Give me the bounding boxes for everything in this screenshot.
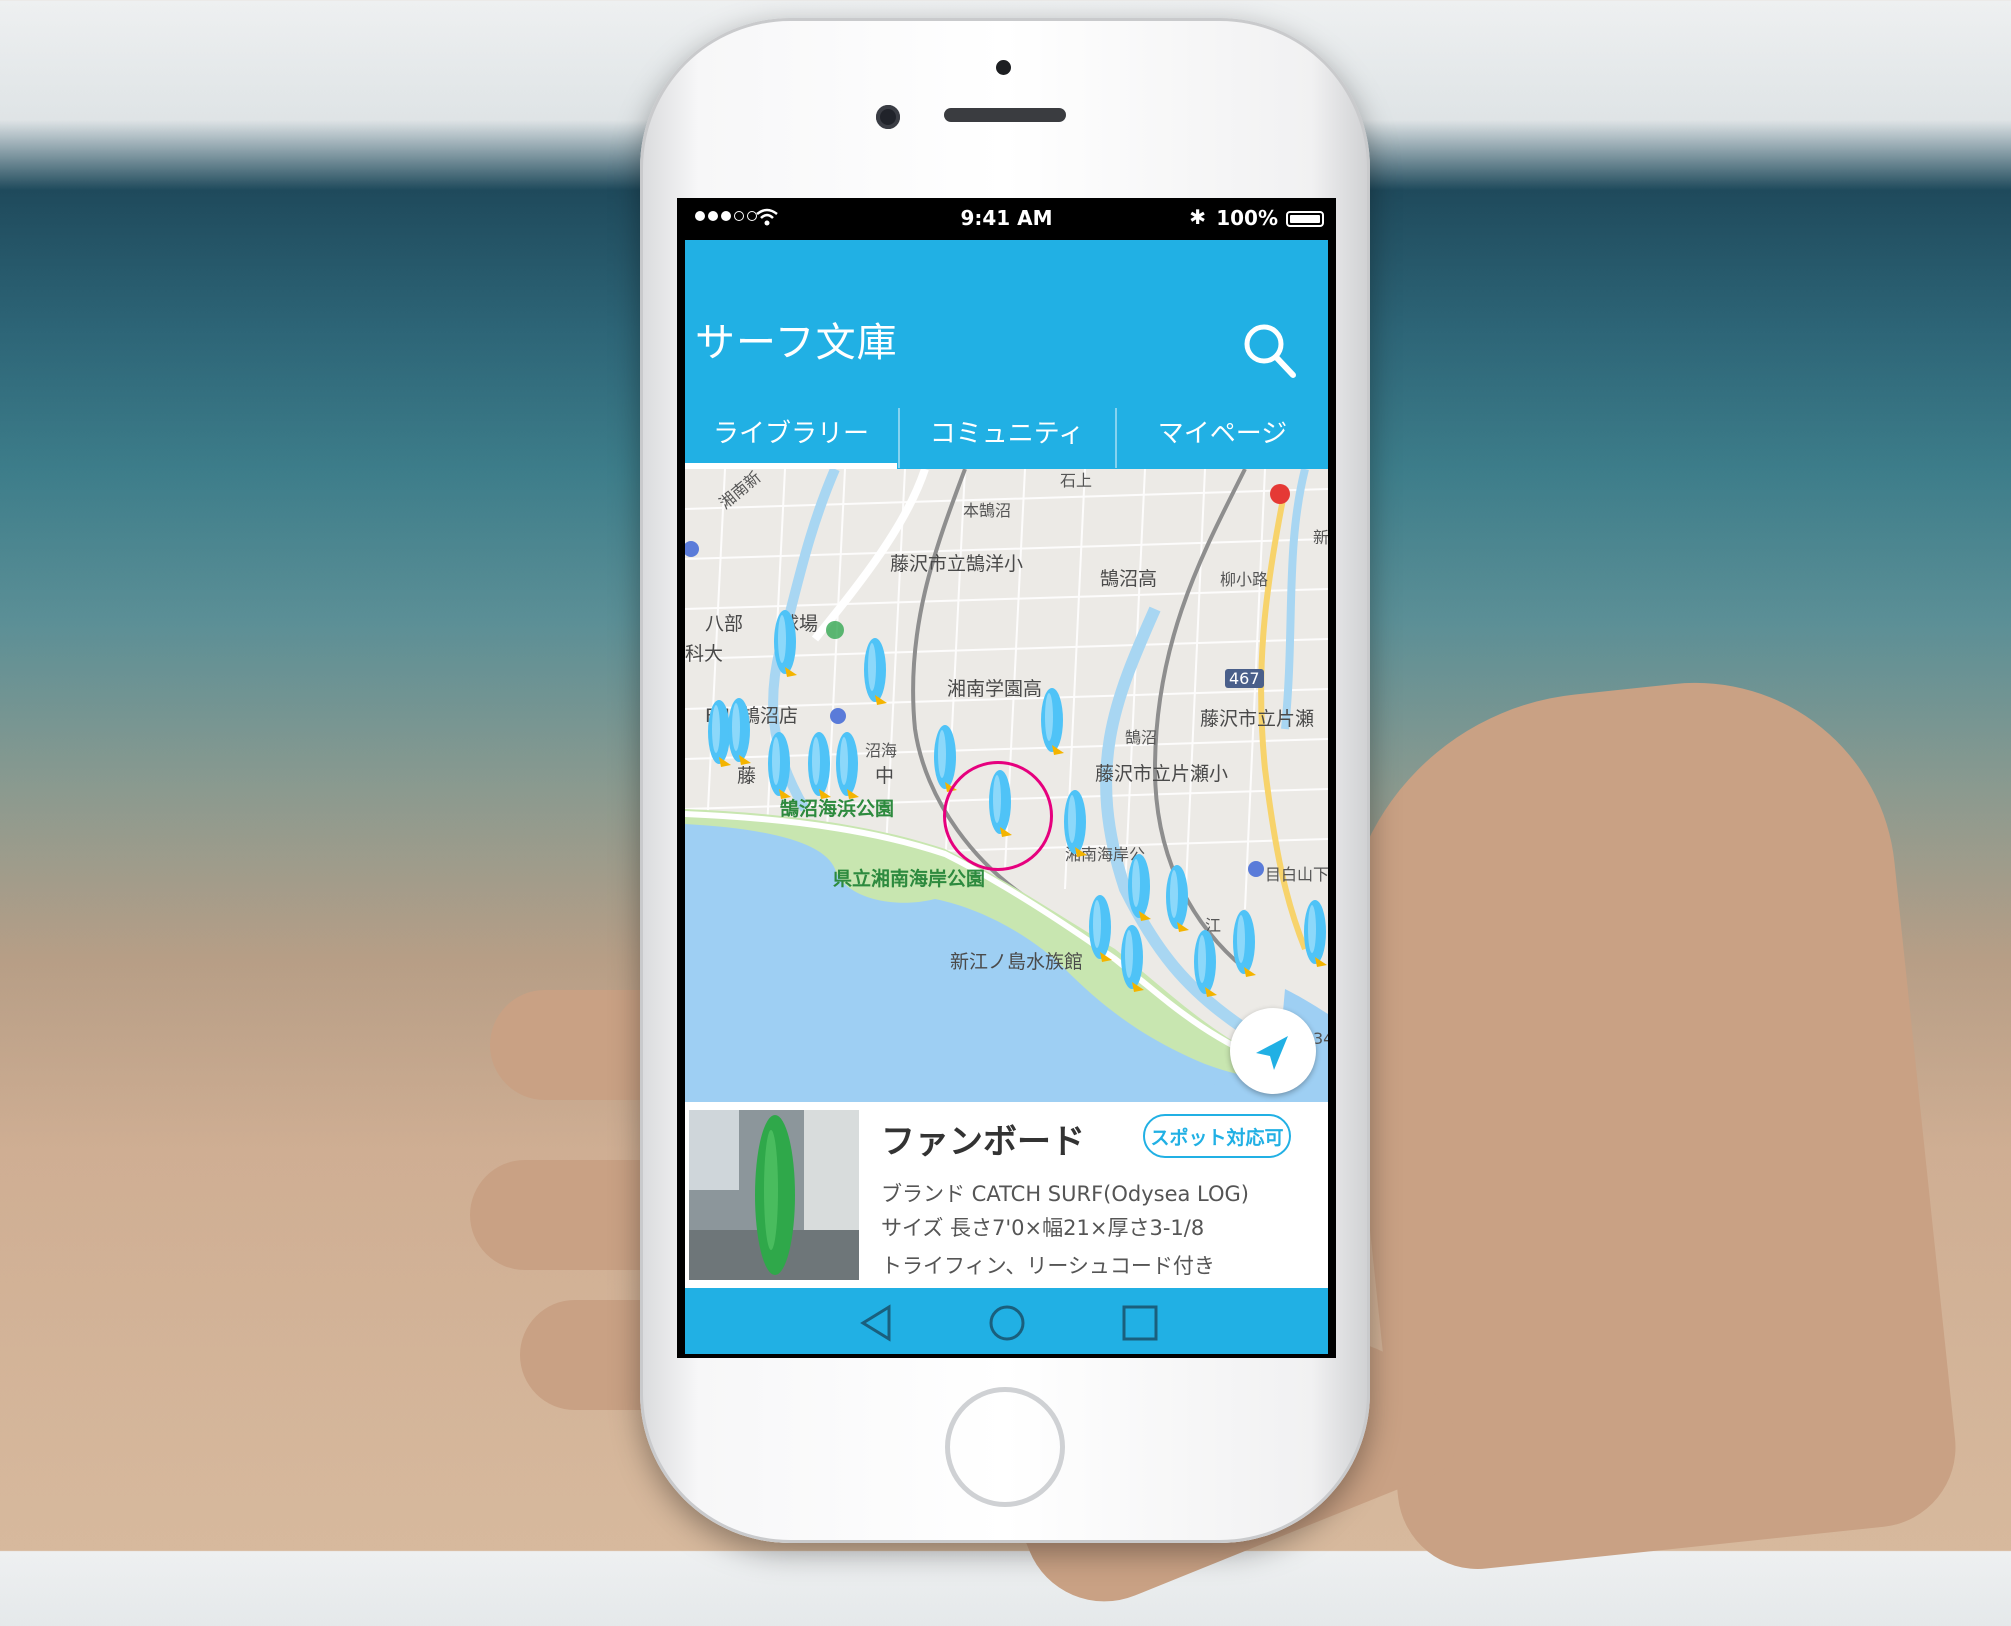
board-brand: ブランド CATCH SURF(Odysea LOG)	[881, 1182, 1250, 1206]
map-view[interactable]: 湘南新 石上 本鵠沼 藤沢市立鵠洋小 鵠沼高 柳小路 八部 球場 科大 467 …	[685, 469, 1328, 1102]
app-title: サーフ文庫	[695, 320, 898, 366]
phone-screen: 9:41 AM ✱ 100% サーフ文庫 ライブラリー コミュニティ マイページ	[677, 198, 1336, 1358]
map-label: 柳小路	[1220, 570, 1269, 589]
map-label: 鵠沼	[1125, 728, 1158, 747]
map-label: 鵠沼高	[1100, 568, 1158, 590]
surfboard-pin-icon[interactable]	[1232, 909, 1258, 979]
surfboard-pin-icon[interactable]	[727, 697, 753, 767]
navigation-arrow-icon	[1256, 1036, 1288, 1070]
surfboard-pin-icon[interactable]	[1088, 894, 1114, 964]
bluetooth-icon: ✱	[1189, 205, 1206, 229]
map-label: 本鵠沼	[963, 501, 1012, 520]
surfboard-pin-icon[interactable]	[773, 609, 799, 679]
surfboard-pin-icon[interactable]	[835, 731, 861, 801]
board-name: ファンボード	[881, 1122, 1085, 1162]
surfboard-pin-icon[interactable]	[807, 731, 833, 801]
board-photo	[689, 1110, 859, 1280]
status-bar: 9:41 AM ✱ 100%	[677, 198, 1336, 240]
system-nav-bar	[685, 1288, 1328, 1354]
triangle-back-icon[interactable]	[859, 1304, 893, 1342]
surfboard-pin-icon[interactable]	[1165, 864, 1191, 934]
spot-available-badge: スポット対応可	[1143, 1114, 1291, 1158]
board-size: サイズ 長さ7'0×幅21×厚さ3-1/8	[881, 1216, 1205, 1240]
board-info-card[interactable]: ファンボード スポット対応可 ブランド CATCH SURF(Odysea LO…	[685, 1102, 1328, 1288]
surfboard-pin-icon[interactable]	[863, 637, 889, 707]
board-notes: トライフィン、リーシュコード付き	[881, 1254, 1215, 1278]
map-label: 目白山下	[1265, 865, 1328, 884]
map-label: 藤沢市立鵠洋小	[890, 553, 1024, 575]
tab-mypage[interactable]: マイページ	[1117, 400, 1328, 469]
circle-home-icon[interactable]	[988, 1304, 1026, 1342]
front-camera	[876, 105, 900, 129]
locate-button[interactable]	[1230, 1008, 1316, 1094]
map-label: 467	[1225, 669, 1264, 688]
map-label: 中	[875, 765, 895, 787]
front-sensor	[996, 60, 1011, 75]
tab-community[interactable]: コミュニティ	[900, 400, 1114, 469]
battery-icon	[1286, 211, 1324, 227]
map-label: 藤沢市立片瀬小	[1095, 763, 1229, 785]
surfboard-pin-icon[interactable]	[1063, 789, 1089, 859]
map-label: 藤沢市立片瀬	[1200, 708, 1315, 730]
home-button[interactable]	[945, 1387, 1065, 1507]
battery-percent: 100%	[1216, 206, 1278, 230]
map-label: 科大	[685, 643, 724, 665]
tab-bar: ライブラリー コミュニティ マイページ	[685, 400, 1328, 469]
earpiece-speaker	[944, 108, 1066, 122]
surfboard-pin-icon[interactable]	[1193, 929, 1219, 999]
map-label: 新江ノ島水族館	[950, 951, 1084, 973]
search-icon[interactable]	[1240, 320, 1298, 380]
map-label: 新	[1313, 528, 1328, 547]
surfboard-pin-icon[interactable]	[1127, 853, 1153, 923]
surfboard-pin-icon[interactable]	[1303, 899, 1328, 969]
map-label: 湘南学園高	[947, 678, 1043, 700]
selected-marker-ring	[943, 761, 1053, 871]
surfboard-pin-icon[interactable]	[1040, 687, 1066, 757]
map-label: 県立湘南海岸公園	[833, 868, 986, 890]
square-recent-icon[interactable]	[1122, 1305, 1158, 1341]
map-label: 八部	[705, 613, 744, 635]
map-label: 石上	[1060, 471, 1093, 490]
surfboard-pin-icon[interactable]	[1120, 924, 1146, 994]
tab-library[interactable]: ライブラリー	[685, 400, 897, 469]
map-label: 沼海	[865, 741, 898, 760]
surfboard-pin-icon[interactable]	[767, 731, 793, 801]
app-header: サーフ文庫 ライブラリー コミュニティ マイページ	[685, 240, 1328, 469]
